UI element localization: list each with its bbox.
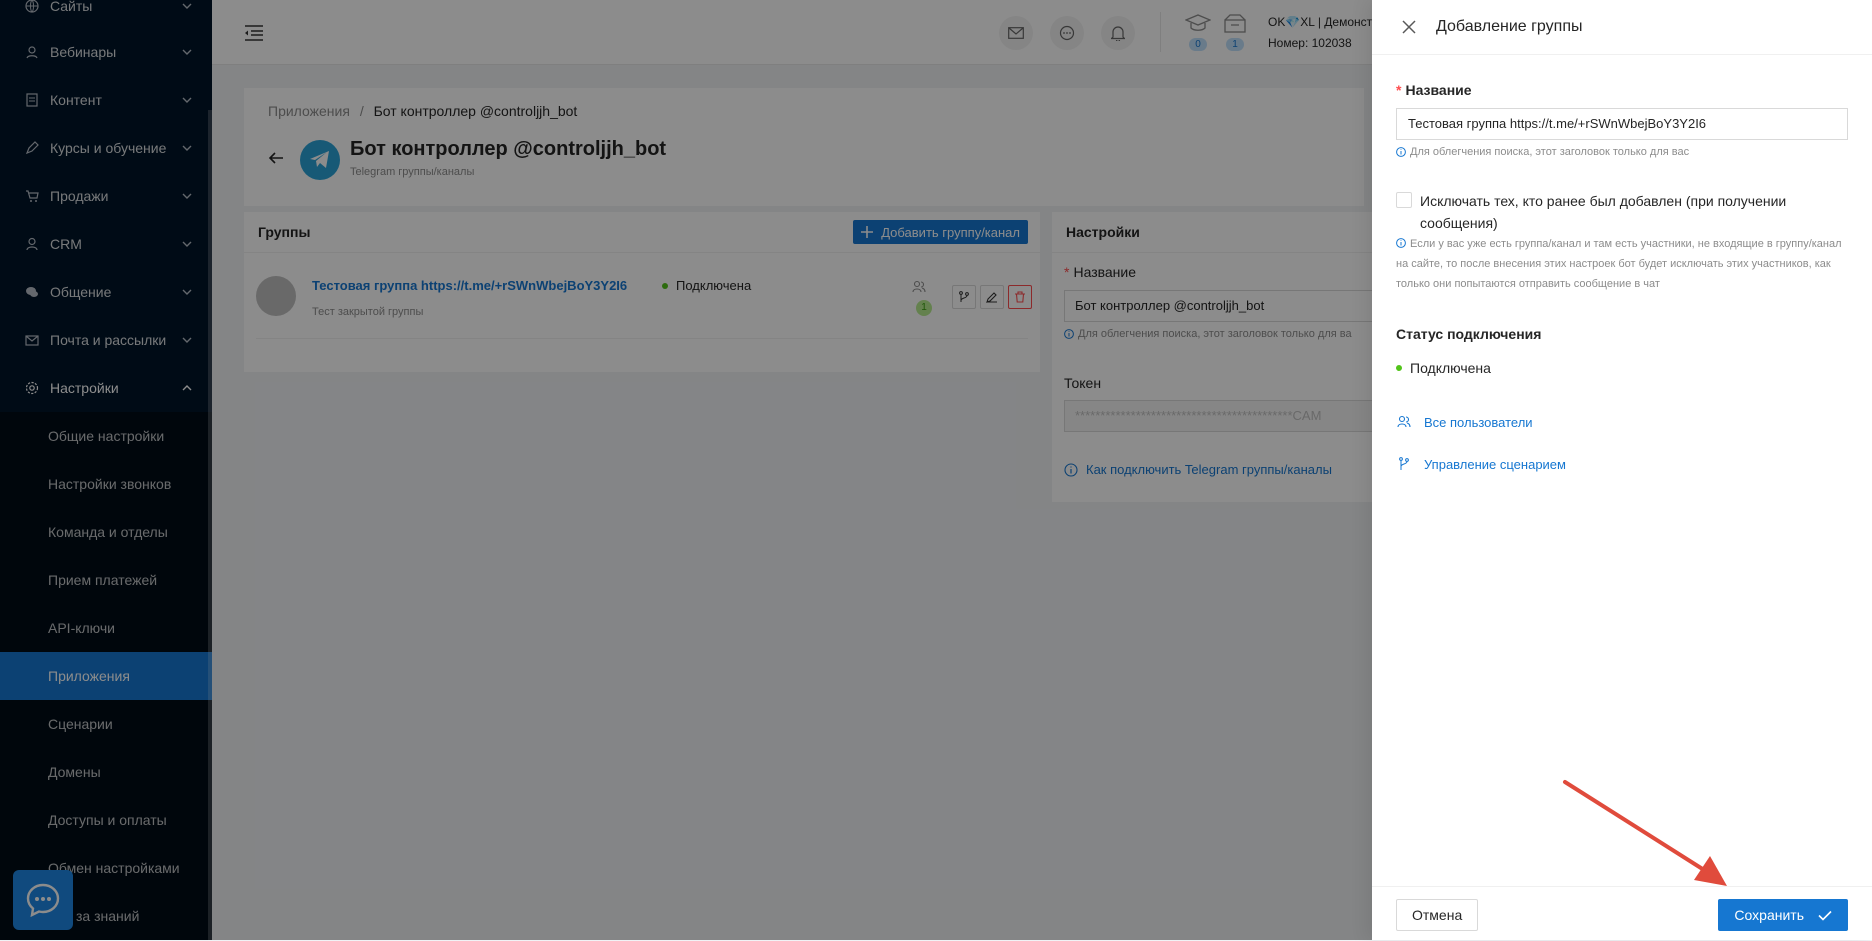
branch-icon bbox=[1396, 456, 1412, 472]
connection-status-value: Подключена bbox=[1410, 360, 1491, 376]
all-users-label: Все пользователи bbox=[1424, 414, 1533, 430]
manage-scenario-link[interactable]: Управление сценарием bbox=[1396, 456, 1566, 472]
manage-scenario-label: Управление сценарием bbox=[1424, 456, 1566, 472]
add-group-drawer: Добавление группы * Название Тестовая гру… bbox=[1372, 0, 1872, 940]
users-icon bbox=[1396, 414, 1412, 430]
all-users-link[interactable]: Все пользователи bbox=[1396, 414, 1533, 430]
info-icon bbox=[1396, 238, 1406, 248]
drawer-footer: Отмена Сохранить bbox=[1372, 886, 1872, 941]
exclude-checkbox-label[interactable]: Исключать тех, кто ранее был добавлен (п… bbox=[1420, 190, 1820, 234]
exclude-hint-text: Если у вас уже есть группа/канал и там е… bbox=[1396, 238, 1842, 290]
drawer-title: Добавление группы bbox=[1436, 18, 1583, 35]
checkmark-icon bbox=[1818, 910, 1832, 921]
status-dot-icon bbox=[1396, 365, 1402, 371]
group-name-label-text: Название bbox=[1405, 82, 1472, 98]
connection-status-title: Статус подключения bbox=[1396, 326, 1542, 342]
exclude-hint: Если у вас уже есть группа/канал и там е… bbox=[1396, 234, 1848, 294]
group-name-hint-text: Для облегчения поиска, этот заголовок то… bbox=[1410, 146, 1690, 158]
connection-status: Подключена bbox=[1396, 360, 1491, 376]
drawer-header: Добавление группы bbox=[1372, 0, 1872, 55]
close-icon[interactable] bbox=[1402, 20, 1416, 34]
cancel-button[interactable]: Отмена bbox=[1396, 899, 1479, 931]
group-name-label: * Название bbox=[1396, 82, 1472, 98]
info-icon bbox=[1396, 147, 1406, 157]
group-name-input[interactable]: Тестовая группа https://t.me/+rSWnWbejBo… bbox=[1396, 108, 1848, 140]
save-button[interactable]: Сохранить bbox=[1718, 899, 1848, 931]
save-button-label: Сохранить bbox=[1734, 907, 1804, 923]
group-name-hint: Для облегчения поиска, этот заголовок то… bbox=[1396, 146, 1689, 158]
exclude-checkbox[interactable] bbox=[1396, 192, 1412, 208]
